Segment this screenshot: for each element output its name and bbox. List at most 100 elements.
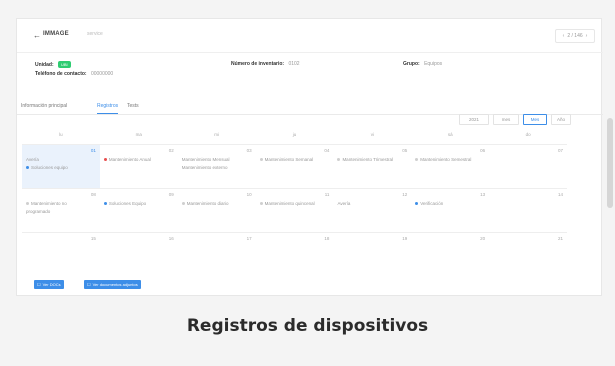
event-label: Mantenimiento no: [31, 201, 67, 206]
pager-text: 2 / 146: [567, 33, 583, 39]
day-number: 16: [168, 236, 174, 241]
weekday-label: lu: [59, 132, 63, 137]
calendar-event[interactable]: Mantenimiento Semanal: [259, 157, 313, 163]
scrollbar[interactable]: [607, 118, 613, 208]
calendar-day[interactable]: 20: [411, 233, 489, 252]
calendar-day[interactable]: 19: [333, 233, 411, 252]
day-number: 18: [324, 236, 330, 241]
day-number: 21: [558, 236, 564, 241]
brand-name: IMMAGE: [43, 31, 69, 37]
event-label: Verificación: [420, 201, 444, 206]
calendar-event[interactable]: Avería: [26, 157, 39, 163]
calendar-day[interactable]: 09 Soluciones Equipo: [100, 189, 178, 232]
ver-docs-label: Ver DOCs: [42, 282, 61, 287]
grupo-label: Grupo:: [403, 61, 420, 67]
event-dot-icon: [259, 202, 263, 206]
view-month-button[interactable]: Mes: [523, 114, 547, 125]
ver-adjuntos-button[interactable]: ☐ Ver documentos adjuntos: [84, 280, 141, 289]
unidad-badge: UBI: [58, 61, 71, 68]
event-label: Soluciones equipo: [31, 165, 68, 170]
calendar-day[interactable]: 04 Mantenimiento Semanal: [256, 145, 334, 188]
day-number: 17: [246, 236, 252, 241]
brand-subtitle: service: [87, 31, 103, 37]
grupo-field: Grupo: Equipos: [403, 61, 442, 67]
calendar-day[interactable]: 10 Mantenimiento diario: [178, 189, 256, 232]
event-label: programado: [26, 209, 51, 214]
calendar-event[interactable]: programado: [26, 209, 50, 215]
day-number: 05: [402, 148, 408, 153]
calendar-day[interactable]: 13 Verificación: [411, 189, 489, 232]
calendar-event[interactable]: Mantenimiento Anual: [103, 157, 151, 163]
calendar-day[interactable]: 08 Mantenimiento no programado: [22, 189, 100, 232]
calendar-day[interactable]: 17: [178, 233, 256, 252]
calendar-day[interactable]: 07: [489, 145, 567, 188]
weekday-label: do: [525, 132, 531, 137]
ver-docs-button[interactable]: ☐ Ver DOCs: [34, 280, 64, 289]
event-dot-icon: [103, 158, 107, 162]
inventario-label: Número de inventario:: [231, 61, 285, 67]
period-select[interactable]: mes: [493, 114, 519, 125]
day-number: 01: [90, 148, 96, 153]
calendar-event[interactable]: Mantenimiento quincenal: [259, 201, 315, 207]
chevron-left-icon[interactable]: ‹: [563, 33, 565, 39]
calendar-event[interactable]: Verificación: [415, 201, 443, 207]
calendar-day[interactable]: 11 Mantenimiento quincenal: [256, 189, 334, 232]
telefono-label: Teléfono de contacto:: [35, 71, 87, 77]
calendar-event[interactable]: Avería: [337, 201, 350, 207]
day-number: 19: [402, 236, 408, 241]
calendar-event[interactable]: Mantenimiento diario: [181, 201, 229, 207]
calendar-day[interactable]: 05 Mantenimiento Trimestral: [333, 145, 411, 188]
calendar-event[interactable]: Mantenimiento Semestral: [415, 157, 471, 163]
calendar-day[interactable]: 06 Mantenimiento Semestral: [411, 145, 489, 188]
calendar-day[interactable]: 02 Mantenimiento Anual: [100, 145, 178, 188]
calendar-day[interactable]: 03 Mantenimiento Mensual Mantenimiento ext…: [178, 145, 256, 188]
day-number: 14: [558, 192, 564, 197]
event-dot-icon: [415, 202, 419, 206]
grupo-value: Equipos: [424, 61, 443, 67]
calendar-day[interactable]: 21: [489, 233, 567, 252]
calendar-day[interactable]: 01 Avería Soluciones equipo: [22, 145, 100, 188]
calendar-week: 15 16 17 18 19 20 21: [22, 232, 567, 252]
attachment-icon: ☐: [87, 282, 91, 287]
calendar-day[interactable]: 16: [100, 233, 178, 252]
day-number: 10: [246, 192, 252, 197]
calendar-event[interactable]: Soluciones Equipo: [103, 201, 147, 207]
record-pager: ‹ 2 / 146 ›: [555, 29, 595, 43]
inventario-field: Número de inventario: 0102: [231, 61, 300, 67]
weekday-header: lu ma mi ju vi sá do: [22, 132, 567, 142]
document-icon: ☐: [37, 282, 41, 287]
event-label: Avería: [26, 157, 39, 162]
calendar-day[interactable]: 14: [489, 189, 567, 232]
unidad-field: Unidad: UBI: [35, 61, 71, 68]
year-field[interactable]: 2021: [459, 114, 489, 125]
calendar: 2021 mes Mes Año lu ma mi ju vi sá do 01…: [12, 104, 577, 264]
weekday-label: mi: [214, 132, 220, 137]
calendar-day[interactable]: 12 Avería: [333, 189, 411, 232]
chevron-right-icon[interactable]: ›: [586, 33, 588, 39]
unidad-label: Unidad:: [35, 61, 54, 68]
calendar-day[interactable]: 15: [22, 233, 100, 252]
event-label: Mantenimiento Mensual: [181, 157, 230, 162]
event-dot-icon: [181, 202, 185, 206]
event-label: Mantenimiento Anual: [108, 157, 151, 162]
day-number: 07: [558, 148, 564, 153]
day-number: 08: [90, 192, 96, 197]
calendar-event[interactable]: Mantenimiento Mensual: [182, 157, 230, 163]
weekday-label: sá: [447, 132, 453, 137]
telefono-value: 00000000: [90, 71, 114, 77]
calendar-event[interactable]: Mantenimiento Trimestral: [337, 157, 393, 163]
event-dot-icon: [26, 202, 29, 206]
back-arrow-icon[interactable]: ←: [33, 31, 41, 40]
view-year-button[interactable]: Año: [551, 114, 571, 125]
calendar-day[interactable]: 18: [256, 233, 334, 252]
day-number: 11: [324, 192, 330, 197]
calendar-event[interactable]: Soluciones equipo: [26, 165, 68, 171]
calendar-week: 01 Avería Soluciones equipo 02 Mantenimiento…: [22, 144, 567, 188]
event-label: Mantenimiento Trimestral: [342, 157, 393, 162]
event-label: Avería: [337, 201, 351, 206]
event-label: Mantenimiento quincenal: [264, 201, 315, 206]
telefono-field: Teléfono de contacto: 00000000: [35, 71, 113, 77]
calendar-event[interactable]: Mantenimiento no: [26, 201, 67, 207]
calendar-event[interactable]: Mantenimiento externo: [182, 165, 228, 171]
event-label: Soluciones Equipo: [108, 201, 147, 206]
